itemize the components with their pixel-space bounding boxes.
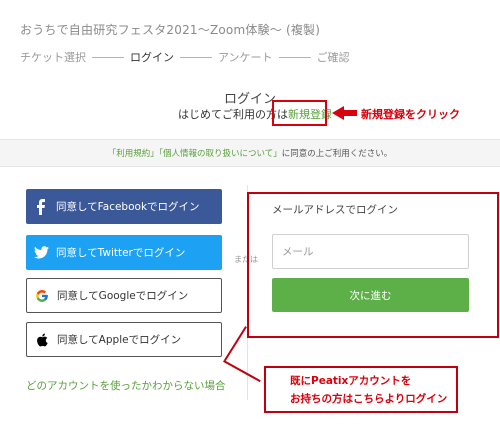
privacy-link[interactable]: 「個人情報の取り扱いについて」 (159, 149, 282, 159)
apple-login-label: 同意してAppleでログイン (57, 334, 182, 346)
email-highlight-box (247, 192, 499, 338)
signup-annotation: 新規登録をクリック (361, 108, 460, 121)
event-title: おうちで自由研究フェスタ2021～Zoom体験～ (複製) (20, 23, 321, 37)
consent-suffix: に同意の上ご利用ください。 (281, 149, 393, 159)
callout-line-2: お持ちの方はこちらよりログイン (290, 393, 448, 405)
twitter-icon (26, 246, 56, 259)
forgot-account-link[interactable]: どのアカウントを使ったかわからない場合 (26, 378, 226, 393)
terms-link[interactable]: 「利用規約」 (108, 149, 159, 159)
step-connector (278, 56, 311, 58)
existing-account-callout: 既にPeatixアカウントを お持ちの方はこちらよりログイン (264, 366, 458, 413)
step-login: ログイン (130, 51, 174, 64)
callout-line-1: 既にPeatixアカウントを (290, 375, 412, 387)
twitter-login-label: 同意してTwitterでログイン (56, 247, 186, 259)
facebook-login-label: 同意してFacebookでログイン (56, 201, 200, 213)
apple-login-button[interactable]: 同意してAppleでログイン (26, 322, 222, 357)
arrow-shaft (343, 110, 357, 116)
step-progress: チケット選択 ログイン アンケート ご確認 (20, 49, 350, 65)
step-ticket-selection: チケット選択 (20, 51, 86, 64)
facebook-login-button[interactable]: 同意してFacebookでログイン (26, 189, 222, 224)
step-survey: アンケート (218, 51, 273, 64)
twitter-login-button[interactable]: 同意してTwitterでログイン (26, 235, 222, 270)
login-heading: ログイン (223, 92, 276, 107)
step-connector (92, 56, 124, 58)
step-confirm: ご確認 (316, 51, 350, 64)
google-login-label: 同意してGoogleでログイン (57, 290, 189, 302)
consent-text: 「利用規約」「個人情報の取り扱いについて」に同意の上ご利用ください。 (0, 147, 500, 159)
google-login-button[interactable]: 同意してGoogleでログイン (26, 278, 222, 313)
google-icon (27, 289, 57, 303)
apple-icon (27, 333, 57, 347)
step-connector (180, 56, 212, 58)
callout-pointer (224, 326, 247, 362)
callout-pointer (223, 360, 261, 383)
facebook-icon (26, 198, 56, 215)
signup-highlight-box (272, 100, 327, 126)
